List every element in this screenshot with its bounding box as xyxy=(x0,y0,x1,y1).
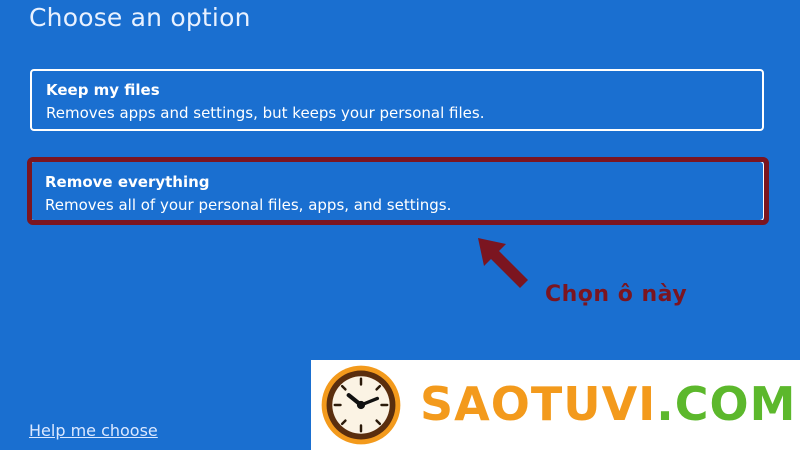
annotation-text: Chọn ô này xyxy=(545,282,688,307)
help-me-choose-link[interactable]: Help me choose xyxy=(29,421,158,440)
watermark: SAOTUVI.COM xyxy=(311,360,800,450)
watermark-text-part2: .COM xyxy=(656,377,797,431)
option-title: Remove everything xyxy=(45,173,210,191)
option-description: Removes apps and settings, but keeps you… xyxy=(46,104,485,122)
remove-everything-option[interactable]: Remove everything Removes all of your pe… xyxy=(30,161,764,221)
option-title: Keep my files xyxy=(46,81,160,99)
clock-icon xyxy=(321,365,401,445)
keep-my-files-option[interactable]: Keep my files Removes apps and settings,… xyxy=(30,69,764,131)
page-title: Choose an option xyxy=(29,3,251,32)
watermark-text: SAOTUVI.COM xyxy=(420,374,796,434)
option-description: Removes all of your personal files, apps… xyxy=(45,196,452,214)
watermark-text-part1: SAOTUVI xyxy=(420,377,657,431)
arrow-icon xyxy=(478,238,528,288)
